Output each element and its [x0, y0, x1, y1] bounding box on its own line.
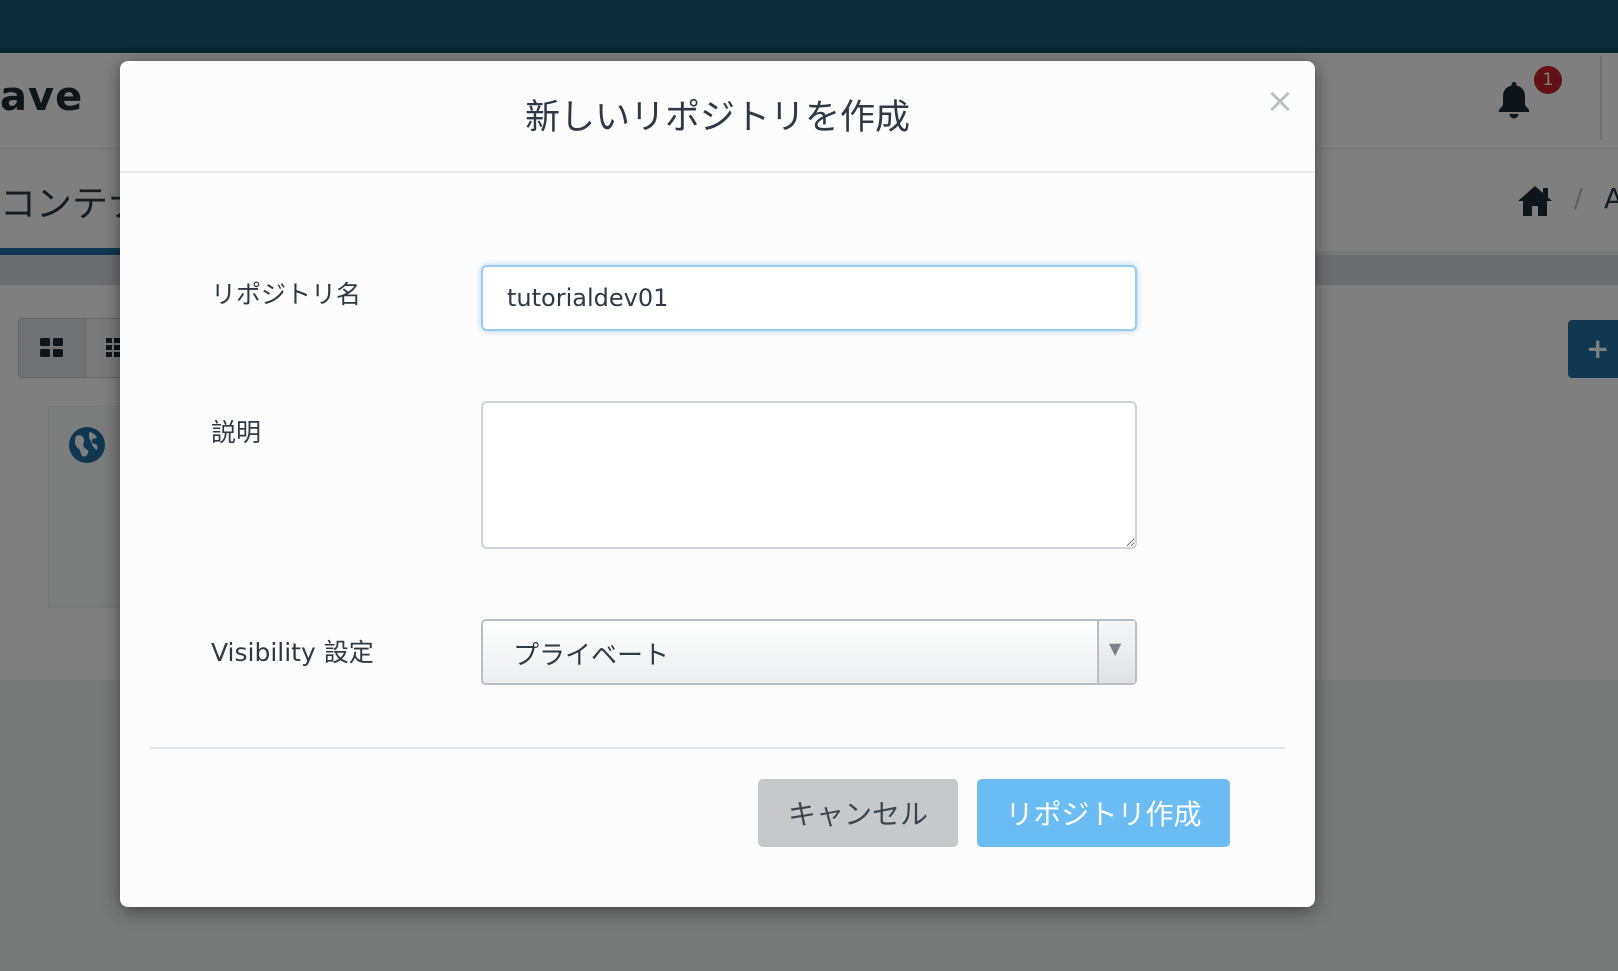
- dropdown-arrow[interactable]: ▼: [1097, 621, 1135, 683]
- visibility-select[interactable]: プライベート ▼: [481, 619, 1137, 685]
- visibility-selected-value: プライベート: [513, 641, 670, 671]
- create-repository-button[interactable]: リポジトリ作成: [977, 779, 1230, 847]
- modal-title: 新しいリポジトリを作成: [524, 98, 910, 138]
- visibility-label: Visibility 設定: [211, 638, 374, 667]
- modal-header: 新しいリポジトリを作成 ×: [120, 61, 1315, 173]
- description-label: 説明: [211, 418, 262, 447]
- create-repository-modal: 新しいリポジトリを作成 × リポジトリ名 説明 Visibility 設定 プラ…: [120, 61, 1315, 907]
- cancel-button[interactable]: キャンセル: [758, 779, 958, 847]
- close-icon[interactable]: ×: [1262, 83, 1298, 119]
- repository-name-label: リポジトリ名: [211, 280, 362, 309]
- repository-name-input[interactable]: [481, 265, 1137, 331]
- modal-footer-divider: [150, 747, 1285, 749]
- description-textarea[interactable]: [481, 401, 1137, 549]
- caret-down-icon: ▼: [1109, 639, 1122, 658]
